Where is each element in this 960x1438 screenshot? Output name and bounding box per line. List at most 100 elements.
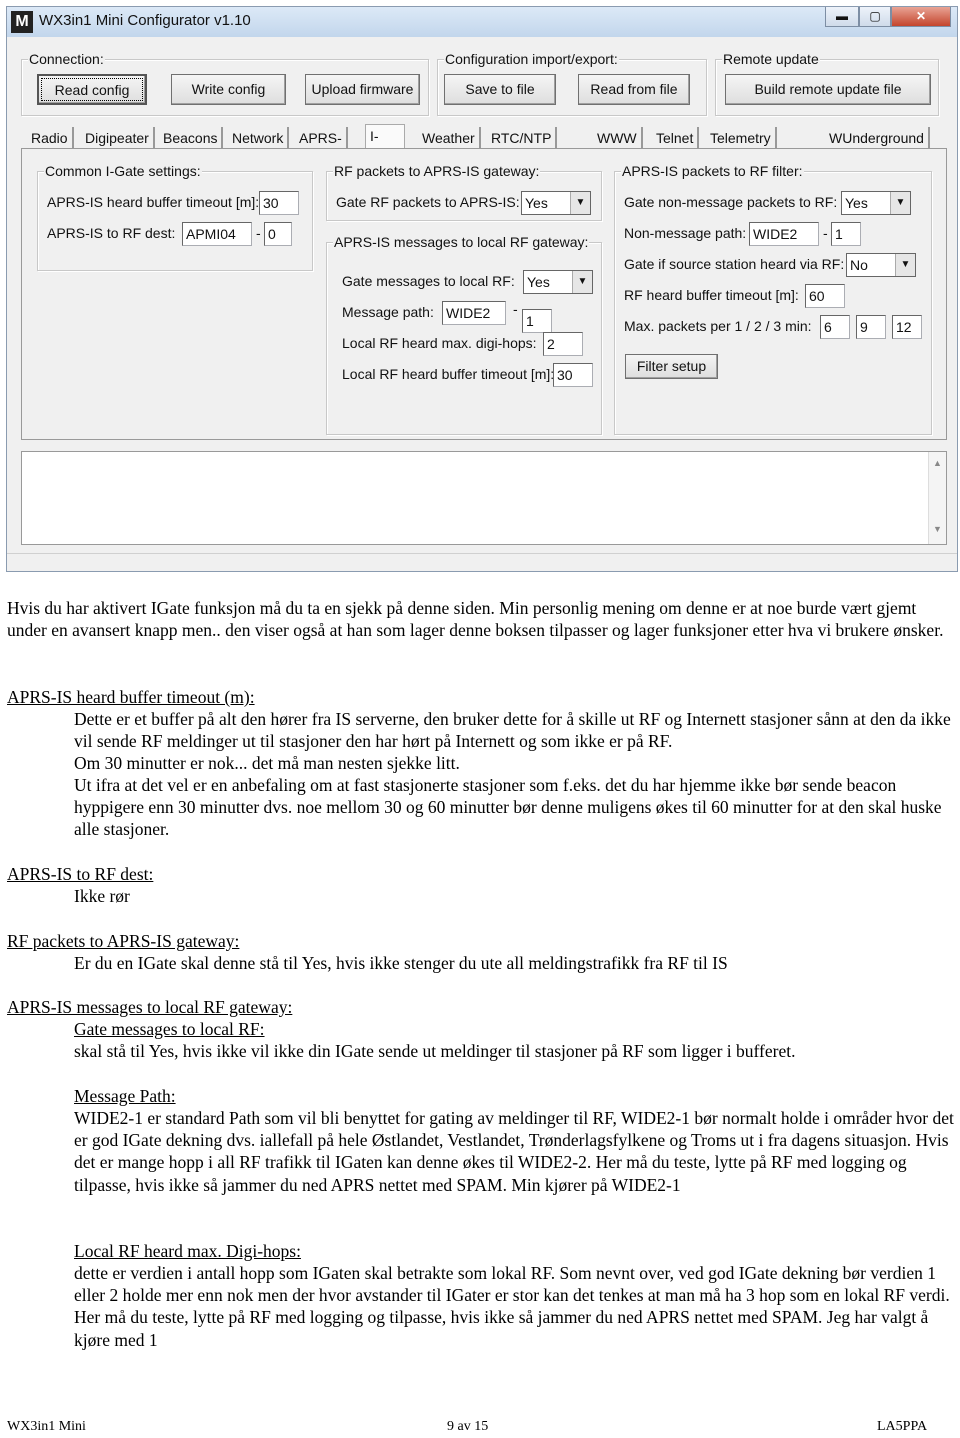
message-path-text: WIDE2-1 er standard Path som vil bli ben… xyxy=(74,1108,954,1195)
rf-dest-input[interactable]: APMI04 xyxy=(182,222,252,246)
footer-right: LA5PPA xyxy=(877,1419,928,1434)
messages-to-rf-group: APRS-IS messages to local RF gateway: Ga… xyxy=(326,234,602,435)
max-packets-1min-input[interactable]: 6 xyxy=(820,315,850,339)
save-to-file-button[interactable]: Save to file xyxy=(444,74,556,105)
gate-rf-select[interactable]: Yes ▼ xyxy=(521,191,591,215)
upload-firmware-button[interactable]: Upload firmware xyxy=(305,74,420,105)
window-title: WX3in1 Mini Configurator v1.10 xyxy=(39,12,251,29)
digi-hops-text: dette er verdien i antall hopp som IGate… xyxy=(74,1263,950,1350)
close-button[interactable]: ✕ xyxy=(891,7,951,27)
max-hops-label: Local RF heard max. digi-hops: xyxy=(342,335,537,351)
write-config-button[interactable]: Write config xyxy=(171,74,286,105)
tab-beacons[interactable]: Beacons xyxy=(159,127,224,149)
non-message-path-input[interactable]: WIDE2 xyxy=(749,222,819,246)
tab-i-gate[interactable]: I-Gate xyxy=(365,124,406,166)
rf-filter-group: APRS-IS packets to RF filter: Gate non-m… xyxy=(614,163,932,435)
message-path-n-input[interactable]: 1 xyxy=(522,309,552,333)
gate-rf-label: Gate RF packets to APRS-IS: xyxy=(336,194,520,210)
message-path-label: Message path: xyxy=(342,304,434,320)
heard-timeout-input[interactable]: 30 xyxy=(259,191,299,215)
non-message-path-n-input[interactable]: 1 xyxy=(831,222,861,246)
messages-to-rf-legend: APRS-IS messages to local RF gateway: xyxy=(333,234,590,250)
max-hops-input[interactable]: 2 xyxy=(543,332,583,356)
non-message-select[interactable]: Yes ▼ xyxy=(841,191,911,215)
tab-telnet[interactable]: Telnet xyxy=(652,127,700,149)
footer-page-number: 9 av 15 xyxy=(447,1419,489,1434)
log-scrollbar[interactable]: ▲ ▼ xyxy=(928,452,946,544)
rf-dest-label: APRS-IS to RF dest: xyxy=(47,225,176,241)
minimize-button[interactable]: ▬ xyxy=(825,7,859,27)
heard-timeout-note: Om 30 minutter er nok... det må man nest… xyxy=(74,753,460,773)
tab-aprs-is[interactable]: APRS-IS xyxy=(295,127,348,168)
rf-to-aprs-is-group: RF packets to APRS-IS gateway: Gate RF p… xyxy=(326,163,602,221)
common-settings-group: Common I-Gate settings: APRS-IS heard bu… xyxy=(37,163,313,271)
rf-heard-timeout-input[interactable]: 60 xyxy=(805,284,845,308)
rf-dest-ssid-input[interactable]: 0 xyxy=(264,222,292,246)
heard-timeout-text: Dette er et buffer på alt den hører fra … xyxy=(74,709,951,752)
import-export-legend: Configuration import/export: xyxy=(444,51,619,67)
local-timeout-input[interactable]: 30 xyxy=(553,363,593,387)
non-message-path-label: Non-message path: xyxy=(624,225,747,241)
message-path-input[interactable]: WIDE2 xyxy=(442,301,506,325)
tab-digipeater[interactable]: Digipeater xyxy=(81,127,155,149)
gate-messages-text: skal stå til Yes, hvis ikke vil ikke din… xyxy=(74,1041,796,1061)
rf-to-aprs-is-legend: RF packets to APRS-IS gateway: xyxy=(333,163,541,179)
remote-update-group: Remote update Build remote update file xyxy=(715,51,939,116)
gate-messages-select[interactable]: Yes ▼ xyxy=(523,270,593,294)
rf-gateway-text: Er du en IGate skal denne stå til Yes, h… xyxy=(74,953,728,973)
tab-weather[interactable]: Weather xyxy=(418,127,481,149)
maximize-button[interactable]: ▢ xyxy=(859,7,891,27)
build-remote-update-button[interactable]: Build remote update file xyxy=(725,74,931,105)
heading-rf-gateway: RF packets to APRS-IS gateway: xyxy=(7,931,240,951)
heading-heard-timeout: APRS-IS heard buffer timeout (m): xyxy=(7,687,255,707)
import-export-group: Configuration import/export: Save to fil… xyxy=(437,51,707,116)
tab-www[interactable]: WWW xyxy=(593,127,643,149)
heading-messages-gateway: APRS-IS messages to local RF gateway: xyxy=(7,997,293,1017)
rf-dest-text: Ikke rør xyxy=(74,886,130,906)
read-from-file-button[interactable]: Read from file xyxy=(578,74,690,105)
source-heard-label: Gate if source station heard via RF: xyxy=(624,256,845,272)
rf-heard-timeout-label: RF heard buffer timeout [m]: xyxy=(624,287,799,303)
scroll-up-icon[interactable]: ▲ xyxy=(929,458,946,468)
common-settings-legend: Common I-Gate settings: xyxy=(44,163,202,179)
max-packets-label: Max. packets per 1 / 2 / 3 min: xyxy=(624,318,812,334)
tab-rtc-ntp-time[interactable]: RTC/NTP time xyxy=(487,127,558,168)
tab-wunderground[interactable]: WUnderground xyxy=(825,127,930,149)
tab-radio[interactable]: Radio xyxy=(27,127,74,149)
tab-telemetry-reports[interactable]: Telemetry reports xyxy=(706,127,777,168)
remote-update-legend: Remote update xyxy=(722,51,820,67)
source-heard-value: No xyxy=(850,257,868,273)
local-timeout-label: Local RF heard buffer timeout [m]: xyxy=(342,366,555,382)
chevron-down-icon: ▼ xyxy=(572,271,592,293)
heard-timeout-label: APRS-IS heard buffer timeout [m]: xyxy=(47,194,260,210)
footer-left: WX3in1 Mini xyxy=(7,1419,86,1434)
minimize-icon: ▬ xyxy=(836,9,848,23)
intro-paragraph: Hvis du har aktivert IGate funksjon må d… xyxy=(7,598,944,641)
read-config-button[interactable]: Read config xyxy=(37,74,147,105)
title-bar: M WX3in1 Mini Configurator v1.10 ▬ ▢ ✕ xyxy=(7,7,957,37)
tab-network[interactable]: Network xyxy=(228,127,290,149)
i-gate-tab-page: Common I-Gate settings: APRS-IS heard bu… xyxy=(21,148,947,440)
scroll-down-icon[interactable]: ▼ xyxy=(929,524,946,534)
connection-group: Connection: Read config Write config Upl… xyxy=(21,51,429,116)
connection-legend: Connection: xyxy=(28,51,105,67)
heading-message-path: Message Path: xyxy=(74,1086,176,1106)
rf-dest-separator: - xyxy=(256,225,261,241)
gate-rf-value: Yes xyxy=(525,195,548,211)
heard-timeout-recommendation: Ut ifra at det vel er en anbefaling om a… xyxy=(74,775,942,840)
log-textarea[interactable]: ▲ ▼ xyxy=(21,451,947,545)
configurator-window: M WX3in1 Mini Configurator v1.10 ▬ ▢ ✕ C… xyxy=(6,6,958,572)
status-bar xyxy=(7,553,957,571)
gate-messages-label: Gate messages to local RF: xyxy=(342,273,515,289)
chevron-down-icon: ▼ xyxy=(890,192,910,214)
max-packets-2min-input[interactable]: 9 xyxy=(856,315,886,339)
filter-setup-button[interactable]: Filter setup xyxy=(625,354,718,379)
max-packets-3min-input[interactable]: 12 xyxy=(892,315,922,339)
chevron-down-icon: ▼ xyxy=(570,192,590,214)
app-logo: M xyxy=(11,11,33,33)
source-heard-select[interactable]: No ▼ xyxy=(846,253,916,277)
maximize-icon: ▢ xyxy=(869,9,881,23)
heading-digi-hops: Local RF heard max. Digi-hops: xyxy=(74,1241,301,1261)
non-message-value: Yes xyxy=(845,195,868,211)
close-icon: ✕ xyxy=(915,9,927,23)
